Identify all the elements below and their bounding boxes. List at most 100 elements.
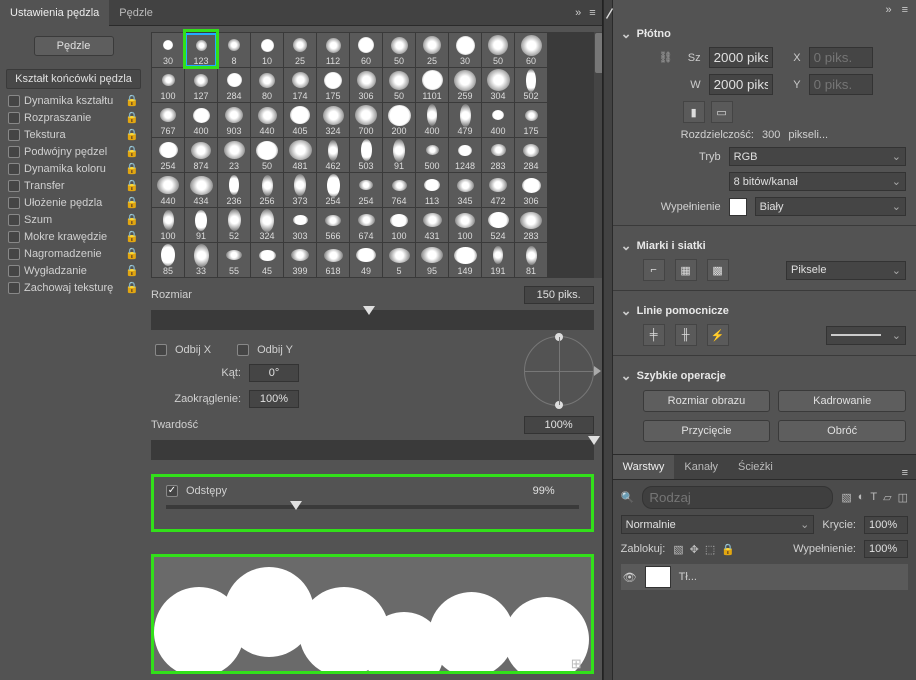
brush-option-row[interactable]: Tekstura🔒 xyxy=(6,126,141,143)
lock-icon[interactable]: 🔒 xyxy=(125,196,139,209)
trim-button[interactable]: Przycięcie xyxy=(643,420,771,442)
brush-option-row[interactable]: Podwójny pędzel🔒 xyxy=(6,143,141,160)
option-checkbox[interactable] xyxy=(8,248,20,260)
tab-paths[interactable]: Ścieżki xyxy=(728,455,783,479)
brush-preset[interactable]: 767 xyxy=(152,103,184,137)
option-checkbox[interactable] xyxy=(8,265,20,277)
brush-preset[interactable]: 1101 xyxy=(416,68,448,102)
opacity-value[interactable]: 100% xyxy=(864,516,908,534)
fill-opacity-value[interactable]: 100% xyxy=(864,540,908,558)
brush-preset[interactable]: 81 xyxy=(515,243,547,277)
brush-option-row[interactable]: Transfer🔒 xyxy=(6,177,141,194)
filter-shape-icon[interactable]: ▱ xyxy=(883,491,891,504)
ruler-units-dropdown[interactable]: Piksele xyxy=(786,261,906,280)
brush-preset[interactable]: 618 xyxy=(317,243,349,277)
guide-style-dropdown[interactable] xyxy=(826,326,906,345)
pixel-grid-icon[interactable]: ▩ xyxy=(707,259,729,281)
brush-preset[interactable]: 95 xyxy=(416,243,448,277)
brush-preset[interactable]: 100 xyxy=(152,208,184,242)
brush-preset[interactable]: 283 xyxy=(515,208,547,242)
tab-brush-settings[interactable]: Ustawienia pędzla xyxy=(0,0,109,26)
filter-adjust-icon[interactable]: ◐ xyxy=(858,491,865,504)
blend-mode-dropdown[interactable]: Normalnie xyxy=(621,515,815,534)
brush-option-row[interactable]: Mokre krawędzie🔒 xyxy=(6,228,141,245)
spacing-checkbox[interactable] xyxy=(166,485,178,497)
brush-preset[interactable]: 8 xyxy=(218,33,250,67)
brush-preset[interactable]: 306 xyxy=(515,173,547,207)
roundness-value[interactable]: 100% xyxy=(249,390,299,408)
rotate-button[interactable]: Obróć xyxy=(778,420,906,442)
option-checkbox[interactable] xyxy=(8,163,20,175)
spacing-slider[interactable] xyxy=(166,505,579,509)
grid-icon[interactable]: ▦ xyxy=(675,259,697,281)
brush-preset[interactable]: 1248 xyxy=(449,138,481,172)
brush-preset[interactable]: 373 xyxy=(284,173,316,207)
brush-preset-grid[interactable]: 3012381025112605025305060100127284801741… xyxy=(151,32,594,278)
mode-dropdown[interactable]: RGB xyxy=(729,147,906,166)
orient-landscape-icon[interactable]: ▭ xyxy=(711,101,733,123)
brush-preset[interactable]: 112 xyxy=(317,33,349,67)
brush-preset[interactable]: 25 xyxy=(284,33,316,67)
brush-preset[interactable]: 524 xyxy=(482,208,514,242)
brush-preset[interactable]: 259 xyxy=(449,68,481,102)
lock-icon[interactable]: 🔒 xyxy=(125,145,139,158)
brush-preset[interactable]: 256 xyxy=(251,173,283,207)
brush-preset[interactable]: 174 xyxy=(284,68,316,102)
brush-preset[interactable]: 25 xyxy=(416,33,448,67)
brush-preset[interactable]: 674 xyxy=(350,208,382,242)
flip-y-checkbox[interactable] xyxy=(237,344,249,356)
section-guides[interactable]: Linie pomocnicze xyxy=(613,297,916,321)
brush-preset[interactable]: 91 xyxy=(383,138,415,172)
width-input[interactable] xyxy=(709,47,773,68)
preset-scrollbar[interactable] xyxy=(594,32,602,278)
ruler-icon[interactable]: ⌐ xyxy=(643,259,665,281)
brush-option-row[interactable]: Rozpraszanie🔒 xyxy=(6,109,141,126)
brush-preset[interactable]: 52 xyxy=(218,208,250,242)
panel-menu-icon[interactable]: ≡ xyxy=(902,4,908,16)
option-checkbox[interactable] xyxy=(8,282,20,294)
new-preset-icon[interactable]: ⊞ xyxy=(571,656,582,672)
hardness-value[interactable]: 100% xyxy=(524,416,594,434)
brush-preset[interactable]: 200 xyxy=(383,103,415,137)
lock-icon[interactable]: 🔒 xyxy=(125,128,139,141)
brush-preset[interactable]: 45 xyxy=(251,243,283,277)
lock-pixels-icon[interactable]: ▧ xyxy=(673,543,683,556)
brush-preset[interactable]: 50 xyxy=(482,33,514,67)
collapse-icon[interactable]: » xyxy=(885,4,891,16)
tip-shape-button[interactable]: Kształt końcówki pędzla xyxy=(6,69,141,89)
lock-artboard-icon[interactable]: ⬚ xyxy=(705,543,715,556)
brush-preset[interactable]: 472 xyxy=(482,173,514,207)
brush-preset[interactable]: 10 xyxy=(251,33,283,67)
visibility-icon[interactable]: 👁 xyxy=(623,571,637,584)
orient-portrait-icon[interactable]: ▮ xyxy=(683,101,705,123)
lock-icon[interactable]: 🔒 xyxy=(125,230,139,243)
brush-tool-icon[interactable] xyxy=(604,0,612,26)
guide-lock-icon[interactable]: ╫ xyxy=(675,324,697,346)
guide-icon[interactable]: ╪ xyxy=(643,324,665,346)
brush-preset[interactable]: 500 xyxy=(416,138,448,172)
brush-preset[interactable]: 254 xyxy=(317,173,349,207)
brush-preset[interactable]: 903 xyxy=(218,103,250,137)
lock-icon[interactable]: 🔒 xyxy=(125,94,139,107)
brush-preset[interactable]: 874 xyxy=(185,138,217,172)
brush-option-row[interactable]: Szum🔒 xyxy=(6,211,141,228)
tab-layers[interactable]: Warstwy xyxy=(613,455,675,479)
smart-guide-icon[interactable]: ⚡ xyxy=(707,324,729,346)
brush-preset[interactable]: 431 xyxy=(416,208,448,242)
angle-widget[interactable] xyxy=(524,336,594,406)
option-checkbox[interactable] xyxy=(8,180,20,192)
brush-preset[interactable]: 400 xyxy=(482,103,514,137)
option-checkbox[interactable] xyxy=(8,214,20,226)
brush-preset[interactable]: 127 xyxy=(185,68,217,102)
brush-preset[interactable]: 236 xyxy=(218,173,250,207)
option-checkbox[interactable] xyxy=(8,129,20,141)
link-icon[interactable]: ⛓ xyxy=(659,51,673,64)
fill-dropdown[interactable]: Biały xyxy=(755,197,906,216)
brush-preset[interactable]: 254 xyxy=(350,173,382,207)
brush-option-row[interactable]: Wygładzanie🔒 xyxy=(6,262,141,279)
lock-icon[interactable]: 🔒 xyxy=(125,179,139,192)
brush-preset[interactable]: 30 xyxy=(449,33,481,67)
brush-preset[interactable]: 462 xyxy=(317,138,349,172)
brush-preset[interactable]: 399 xyxy=(284,243,316,277)
brush-option-row[interactable]: Dynamika kształtu🔒 xyxy=(6,92,141,109)
